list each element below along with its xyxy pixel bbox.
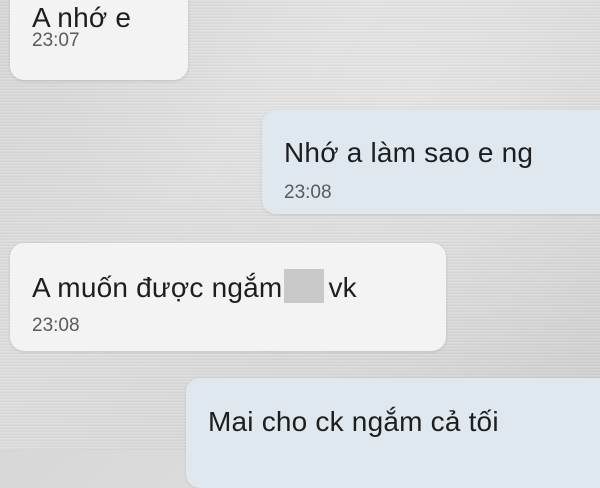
message-text: Mai cho ck ngắm cả tối	[208, 406, 499, 437]
censored-word-block	[284, 269, 325, 303]
message-text: A muốn được ngắm vk	[32, 269, 357, 304]
message-timestamp: 23:08	[284, 182, 332, 203]
message-text-part: vk	[328, 272, 357, 303]
message-bubble-incoming[interactable]: A nhớ e 23:07	[10, 0, 188, 80]
message-timestamp: 23:07	[32, 30, 80, 51]
message-timestamp: 23:08	[32, 315, 80, 336]
message-bubble-outgoing[interactable]: Mai cho ck ngắm cả tối	[186, 378, 600, 488]
message-text: Nhớ a làm sao e ng	[284, 137, 534, 168]
message-text-part: A muốn được ngắm	[32, 272, 283, 303]
message-bubble-outgoing[interactable]: Nhớ a làm sao e ng 23:08	[262, 110, 600, 214]
message-bubble-incoming[interactable]: A muốn được ngắm vk 23:08	[10, 243, 446, 351]
